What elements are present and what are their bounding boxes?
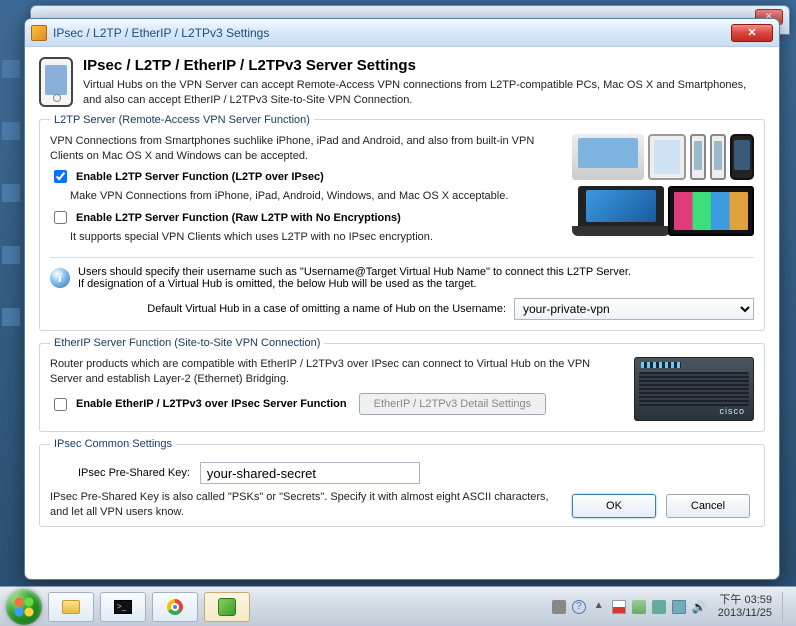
clock-time: 下午 03:59 xyxy=(718,594,772,606)
l2tp-legend: L2TP Server (Remote-Access VPN Server Fu… xyxy=(50,114,314,126)
ipsec-legend: IPsec Common Settings xyxy=(50,438,176,450)
start-button[interactable] xyxy=(6,589,42,625)
enable-l2tp-ipsec-checkbox[interactable] xyxy=(54,170,67,183)
ok-button[interactable]: OK xyxy=(572,494,656,518)
dialog-heading: IPsec / L2TP / EtherIP / L2TPv3 Server S… xyxy=(83,57,765,74)
tray-flag-icon[interactable] xyxy=(612,600,626,614)
tray-chevron-icon[interactable]: ▲ xyxy=(592,600,606,614)
taskbar[interactable]: >_ ? ▲ 🔊 下午 03:59 2013/11/25 xyxy=(0,586,796,626)
desktop: IPsec / L2TP / EtherIP / L2TPv3 Settings… xyxy=(0,0,796,626)
terminal-icon: >_ xyxy=(114,600,132,614)
default-hub-select[interactable]: your-private-vpn xyxy=(514,298,754,320)
l2tp-ipsec-sub: Make VPN Connections from iPhone, iPad, … xyxy=(70,190,544,202)
android-phone-icon xyxy=(730,134,754,180)
tray-volume-icon[interactable]: 🔊 xyxy=(692,600,706,614)
ipsec-common-group: IPsec Common Settings IPsec Pre-Shared K… xyxy=(39,438,765,527)
clock-date: 2013/11/25 xyxy=(718,607,772,619)
iphone-icon xyxy=(690,134,706,180)
show-desktop-button[interactable] xyxy=(782,592,790,622)
l2tp-server-group: L2TP Server (Remote-Access VPN Server Fu… xyxy=(39,114,765,332)
cisco-router-icon xyxy=(634,357,754,421)
tray-keyboard-icon[interactable] xyxy=(552,600,566,614)
divider xyxy=(50,257,754,258)
windows-laptop-icon xyxy=(578,186,664,236)
taskbar-cmd-button[interactable]: >_ xyxy=(100,592,146,622)
app-icon xyxy=(31,25,47,41)
windows-tablet-icon xyxy=(668,186,754,236)
desktop-icons-strip xyxy=(2,60,22,326)
default-hub-label: Default Virtual Hub in a case of omittin… xyxy=(147,303,506,315)
tray-help-icon[interactable]: ? xyxy=(572,600,586,614)
etherip-group: EtherIP Server Function (Site-to-Site VP… xyxy=(39,337,765,432)
psk-input[interactable] xyxy=(200,462,420,484)
taskbar-clock[interactable]: 下午 03:59 2013/11/25 xyxy=(718,594,772,618)
psk-note: IPsec Pre-Shared Key is also called "PSK… xyxy=(50,490,556,520)
enable-l2tp-raw-checkbox[interactable] xyxy=(54,211,67,224)
l2tp-raw-sub: It supports special VPN Clients which us… xyxy=(70,231,544,243)
enable-l2tp-ipsec-label[interactable]: Enable L2TP Server Function (L2TP over I… xyxy=(76,171,324,183)
dialog-titlebar[interactable]: IPsec / L2TP / EtherIP / L2TPv3 Settings… xyxy=(25,19,779,47)
dialog-title: IPsec / L2TP / EtherIP / L2TPv3 Settings xyxy=(53,26,269,40)
softether-icon xyxy=(218,598,236,616)
tray-monitor-icon[interactable] xyxy=(672,600,686,614)
taskbar-chrome-button[interactable] xyxy=(152,592,198,622)
l2tp-intro: VPN Connections from Smartphones suchlik… xyxy=(50,134,544,164)
etherip-legend: EtherIP Server Function (Site-to-Site VP… xyxy=(50,337,324,349)
close-button[interactable]: ✕ xyxy=(731,24,773,42)
tray-network-icon[interactable] xyxy=(632,600,646,614)
info-icon: i xyxy=(50,268,70,288)
ipod-icon xyxy=(710,134,726,180)
ipsec-settings-dialog: IPsec / L2TP / EtherIP / L2TPv3 Settings… xyxy=(24,18,780,580)
enable-etherip-label[interactable]: Enable EtherIP / L2TPv3 over IPsec Serve… xyxy=(76,398,347,410)
macbook-icon xyxy=(572,134,644,180)
taskbar-softether-button[interactable] xyxy=(204,592,250,622)
smartphone-icon xyxy=(39,57,73,107)
tray-app-icon[interactable] xyxy=(652,600,666,614)
dialog-description: Virtual Hubs on the VPN Server can accep… xyxy=(83,78,765,108)
etherip-detail-button[interactable]: EtherIP / L2TPv3 Detail Settings xyxy=(359,393,547,415)
enable-etherip-checkbox[interactable] xyxy=(54,398,67,411)
system-tray[interactable]: ? ▲ 🔊 下午 03:59 2013/11/25 xyxy=(552,592,790,622)
l2tp-info-line2: If designation of a Virtual Hub is omitt… xyxy=(78,278,631,290)
chrome-icon xyxy=(167,599,183,615)
enable-l2tp-raw-label[interactable]: Enable L2TP Server Function (Raw L2TP wi… xyxy=(76,212,401,224)
ipad-icon xyxy=(648,134,686,180)
taskbar-explorer-button[interactable] xyxy=(48,592,94,622)
folder-icon xyxy=(62,600,80,614)
cancel-button[interactable]: Cancel xyxy=(666,494,750,518)
psk-label: IPsec Pre-Shared Key: xyxy=(78,467,190,479)
l2tp-info-line1: Users should specify their username such… xyxy=(78,266,631,278)
devices-illustration xyxy=(554,134,754,250)
dialog-content: IPsec / L2TP / EtherIP / L2TPv3 Server S… xyxy=(25,47,779,579)
etherip-intro: Router products which are compatible wit… xyxy=(50,357,624,387)
